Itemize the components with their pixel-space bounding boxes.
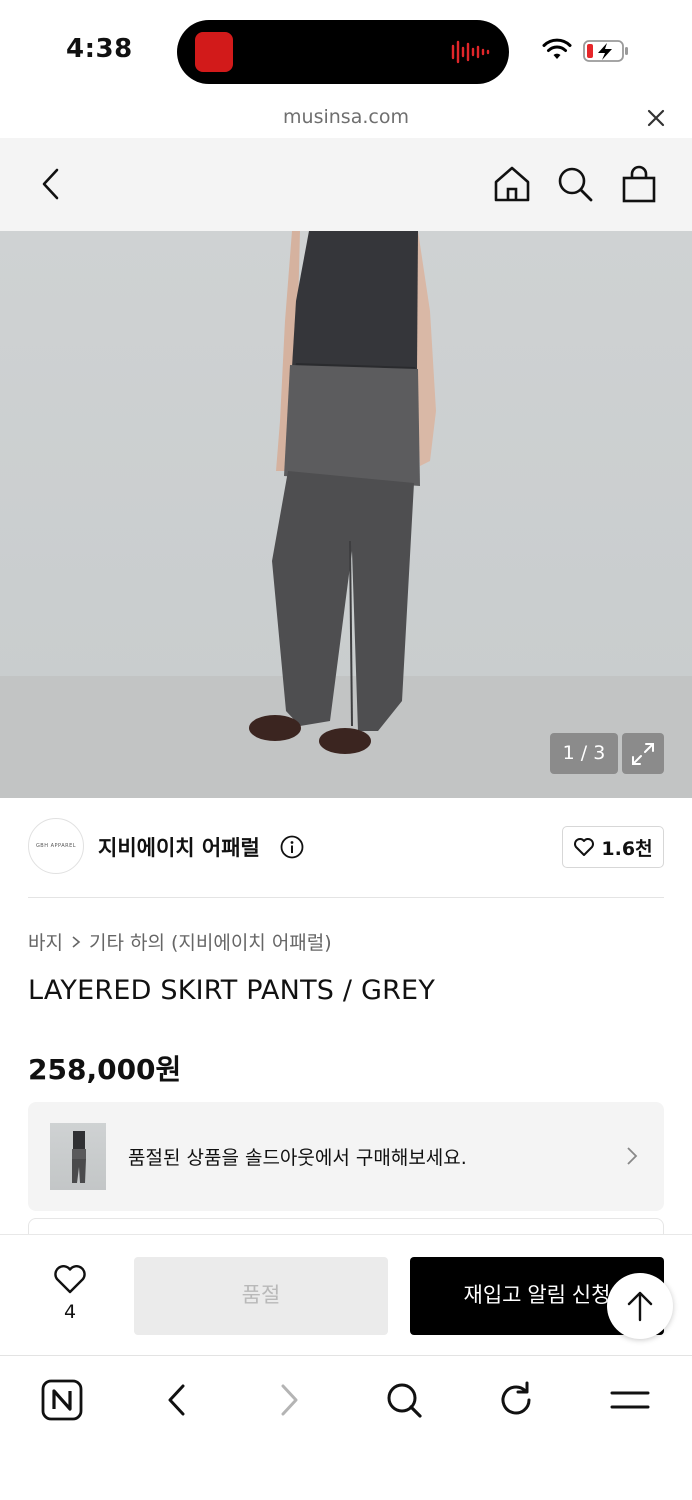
- brand-logo[interactable]: GBH APPAREL: [28, 818, 84, 874]
- browser-toolbar: [0, 1355, 692, 1500]
- recording-app-icon: [195, 32, 233, 72]
- soldout-thumbnail: [50, 1123, 106, 1190]
- chevron-left-icon: [42, 168, 59, 200]
- arrow-up-icon: [627, 1291, 653, 1322]
- waveform-icon: [451, 40, 490, 64]
- back-button[interactable]: [30, 164, 70, 204]
- brand-like-count: 1.6천: [601, 837, 653, 860]
- brand-row: GBH APPAREL 지비에이치 어패럴 1.6천: [28, 818, 664, 898]
- refresh-icon: [501, 1381, 531, 1415]
- dynamic-island[interactable]: [177, 20, 509, 84]
- soldout-banner-text: 품절된 상품을 솔드아웃에서 구매해보세요.: [128, 1147, 467, 1169]
- product-photo: [249, 231, 436, 754]
- naver-home-button[interactable]: [40, 1378, 84, 1422]
- product-image-carousel[interactable]: 1 / 3: [0, 231, 692, 798]
- breadcrumb-category[interactable]: 바지: [28, 928, 63, 955]
- browser-menu-button[interactable]: [608, 1378, 652, 1422]
- search-icon: [387, 1383, 422, 1418]
- info-icon[interactable]: [280, 835, 304, 859]
- expand-icon: [632, 742, 654, 765]
- product-title: LAYERED SKIRT PANTS / GREY: [28, 975, 436, 1006]
- breadcrumb-subcategory[interactable]: 기타 하의 (지비에이치 어패럴): [89, 928, 332, 955]
- home-icon: [494, 166, 530, 202]
- scroll-to-top-button[interactable]: [607, 1273, 673, 1339]
- brand-name[interactable]: 지비에이치 어패럴: [98, 832, 260, 862]
- wishlist-button[interactable]: 4: [44, 1263, 96, 1333]
- wishlist-count: 4: [63, 1301, 77, 1323]
- browser-refresh-button[interactable]: [494, 1378, 538, 1422]
- status-bar: 4:38: [0, 0, 692, 100]
- battery-charging-icon: [583, 40, 628, 62]
- heart-icon: [574, 838, 595, 856]
- url-bar[interactable]: musinsa.com: [0, 100, 692, 138]
- status-time: 4:38: [66, 34, 133, 64]
- close-icon[interactable]: [646, 108, 666, 128]
- soldout-banner[interactable]: 품절된 상품을 솔드아웃에서 구매해보세요.: [28, 1102, 664, 1211]
- browser-search-button[interactable]: [382, 1378, 426, 1422]
- cart-button[interactable]: [619, 164, 659, 204]
- brand-logo-text: GBH APPAREL: [35, 843, 77, 849]
- shopping-bag-icon: [622, 165, 656, 203]
- forward-icon: [281, 1384, 298, 1416]
- bottom-action-bar: 4 품절 재입고 알림 신청: [0, 1234, 692, 1354]
- wifi-icon: [542, 38, 572, 59]
- expand-button[interactable]: [622, 733, 664, 774]
- url-domain[interactable]: musinsa.com: [0, 106, 692, 128]
- search-button[interactable]: [555, 164, 595, 204]
- chevron-right-icon: [627, 1147, 638, 1165]
- heart-icon: [54, 1265, 86, 1294]
- image-counter: 1 / 3: [550, 733, 618, 774]
- back-icon: [168, 1384, 185, 1416]
- browser-forward-button: [268, 1378, 312, 1422]
- menu-icon: [610, 1391, 650, 1409]
- search-icon: [558, 167, 593, 202]
- soldout-button: 품절: [134, 1257, 388, 1335]
- home-button[interactable]: [492, 164, 532, 204]
- browser-back-button[interactable]: [154, 1378, 198, 1422]
- brand-like-button[interactable]: 1.6천: [562, 826, 664, 868]
- naver-icon: [41, 1379, 83, 1421]
- breadcrumb: 바지 기타 하의 (지비에이치 어패럴): [28, 928, 332, 955]
- app-header: [0, 138, 692, 231]
- product-price: 258,000원: [28, 1053, 182, 1086]
- chevron-right-icon: [72, 935, 81, 948]
- thumbnail-photo: [72, 1131, 86, 1183]
